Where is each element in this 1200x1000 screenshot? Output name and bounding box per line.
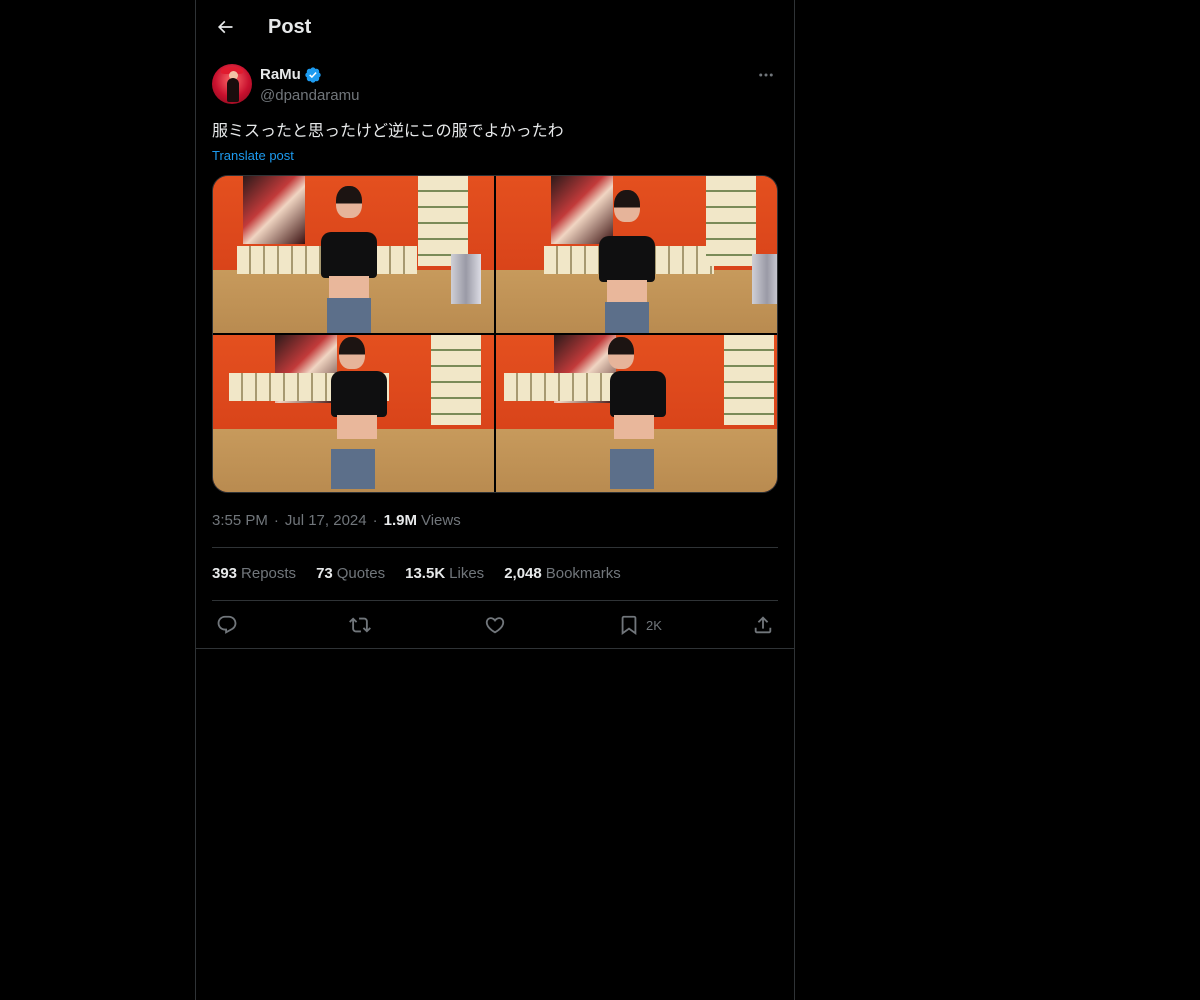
more-dots-icon: [757, 66, 775, 84]
author-row: RaMu @dpandaramu: [212, 64, 778, 106]
divider: [212, 600, 778, 601]
page-title: Post: [268, 16, 312, 38]
like-button[interactable]: [484, 613, 506, 637]
author-display-name: RaMu: [260, 66, 301, 83]
reposts-label: Reposts: [241, 565, 297, 582]
reposts-count: 393: [212, 565, 238, 582]
media-grid: [212, 175, 778, 493]
reply-button[interactable]: [216, 613, 238, 637]
translate-post-link[interactable]: Translate post: [212, 147, 294, 165]
more-options-button[interactable]: [754, 64, 778, 86]
heart-icon: [484, 614, 506, 636]
arrow-left-icon: [215, 17, 235, 37]
primary-column: Post RaMu @dpandaramu 服ミスったと思ったけど逆にこの服でよ…: [195, 0, 795, 1000]
back-button[interactable]: [208, 10, 242, 44]
quotes-count: 73: [316, 565, 333, 582]
post-meta: 3:55 PM · Jul 17, 2024 · 1.9M Views: [212, 511, 461, 531]
quotes-label: Quotes: [336, 565, 386, 582]
likes-stat[interactable]: 13.5K Likes: [405, 564, 484, 584]
bookmarks-stat[interactable]: 2,048 Bookmarks: [504, 564, 621, 584]
post-time[interactable]: 3:55 PM: [212, 511, 268, 531]
bookmarks-label: Bookmarks: [545, 565, 621, 582]
quotes-stat[interactable]: 73 Quotes: [316, 564, 385, 584]
photo-4[interactable]: [496, 335, 777, 492]
verified-badge-icon: [304, 66, 322, 84]
engagement-stats: 393 Reposts 73 Quotes 13.5K Likes 2,048 Book…: [212, 564, 621, 584]
photo-2[interactable]: [496, 176, 777, 333]
repost-button[interactable]: [349, 613, 371, 637]
bookmark-count: 2K: [646, 617, 662, 633]
meta-separator: ·: [372, 512, 378, 529]
meta-separator: ·: [273, 512, 279, 529]
post-date[interactable]: Jul 17, 2024: [285, 511, 367, 531]
reply-icon: [216, 614, 238, 636]
author-handle[interactable]: @dpandaramu: [260, 86, 359, 106]
post: RaMu @dpandaramu 服ミスったと思ったけど逆にこの服でよかったわ …: [212, 64, 778, 636]
repost-icon: [349, 614, 371, 636]
reposts-stat[interactable]: 393 Reposts: [212, 564, 296, 584]
top-bar: Post: [196, 0, 794, 53]
bookmark-button[interactable]: 2K: [618, 613, 662, 637]
share-button[interactable]: [752, 613, 774, 637]
action-bar: 2K: [212, 613, 778, 637]
views-label: Views: [420, 512, 461, 529]
post-bottom-border: [196, 648, 794, 649]
post-text: 服ミスったと思ったけど逆にこの服でよかったわ: [212, 121, 564, 140]
views-count: 1.9M: [383, 512, 417, 529]
author-name-link[interactable]: RaMu: [260, 65, 322, 85]
photo-1[interactable]: [213, 176, 494, 333]
likes-label: Likes: [449, 565, 485, 582]
avatar[interactable]: [212, 64, 252, 104]
bookmark-icon: [618, 614, 640, 636]
divider: [212, 547, 778, 548]
share-icon: [752, 614, 774, 636]
bookmarks-count: 2,048: [504, 565, 542, 582]
photo-3[interactable]: [213, 335, 494, 492]
likes-count: 13.5K: [405, 565, 446, 582]
